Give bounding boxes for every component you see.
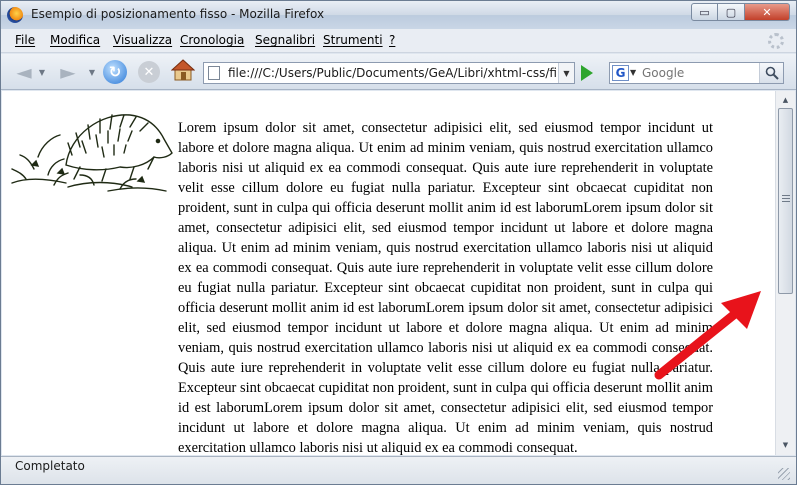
close-button[interactable]: ✕ — [745, 3, 790, 21]
hedgehog-illustration — [11, 114, 173, 192]
page-content: Lorem ipsum dolor sit amet, consectetur … — [2, 91, 775, 455]
forward-history-dropdown[interactable]: ▼ — [87, 61, 97, 83]
red-arrow-annotation — [654, 291, 761, 380]
home-icon — [171, 59, 195, 81]
menu-file[interactable]: File — [15, 33, 35, 47]
back-button[interactable]: ◄ — [11, 60, 37, 84]
search-engine-dropdown[interactable]: ▼ — [630, 65, 639, 81]
window-controls: ▭ ▢ ✕ — [691, 3, 790, 21]
menu-bar: File Modifica Visualizza Cronologia Segn… — [1, 29, 796, 53]
search-button[interactable] — [759, 63, 783, 83]
home-button[interactable] — [171, 59, 195, 81]
minimize-button[interactable]: ▭ — [691, 3, 718, 21]
browser-window: Esempio di posizionamento fisso - Mozill… — [0, 0, 797, 485]
vertical-scrollbar[interactable]: ▲ ▼ — [775, 91, 795, 455]
scroll-down-button[interactable]: ▼ — [778, 437, 793, 452]
window-title: Esempio di posizionamento fisso - Mozill… — [31, 7, 325, 21]
search-input[interactable] — [642, 64, 760, 82]
stop-button[interactable]: ✕ — [138, 61, 160, 83]
lorem-paragraph: Lorem ipsum dolor sit amet, consectetur … — [178, 120, 713, 455]
firefox-logo-icon — [7, 7, 23, 23]
navigation-toolbar: ◄ ▼ ► ▼ ↻ ✕ ▼ G ▼ — [1, 54, 796, 90]
google-engine-icon[interactable]: G — [612, 65, 629, 81]
forward-button[interactable]: ► — [55, 60, 81, 84]
activity-throbber-icon — [768, 33, 784, 49]
title-bar[interactable]: Esempio di posizionamento fisso - Mozill… — [1, 1, 796, 29]
status-bar: Completato — [1, 456, 796, 484]
menu-cronologia[interactable]: Cronologia — [180, 33, 244, 47]
magnifier-icon — [765, 66, 779, 80]
search-bar: G ▼ — [609, 62, 784, 84]
maximize-button[interactable]: ▢ — [718, 3, 745, 21]
scroll-thumb[interactable] — [778, 108, 793, 294]
address-bar: ▼ — [203, 62, 575, 84]
menu-help[interactable]: ? — [389, 33, 395, 47]
menu-modifica[interactable]: Modifica — [50, 33, 100, 47]
back-history-dropdown[interactable]: ▼ — [37, 61, 47, 83]
reload-button[interactable]: ↻ — [103, 60, 127, 84]
resize-grip-icon[interactable] — [778, 468, 790, 480]
menu-visualizza[interactable]: Visualizza — [113, 33, 172, 47]
menu-strumenti[interactable]: Strumenti — [323, 33, 383, 47]
go-button[interactable] — [581, 65, 593, 81]
page-icon — [208, 66, 220, 80]
scroll-grip-icon — [782, 195, 790, 202]
url-input[interactable] — [228, 64, 556, 82]
menu-segnalibri[interactable]: Segnalibri — [255, 33, 315, 47]
status-text: Completato — [15, 459, 85, 473]
scroll-up-button[interactable]: ▲ — [778, 92, 793, 107]
url-history-dropdown[interactable]: ▼ — [558, 63, 574, 83]
